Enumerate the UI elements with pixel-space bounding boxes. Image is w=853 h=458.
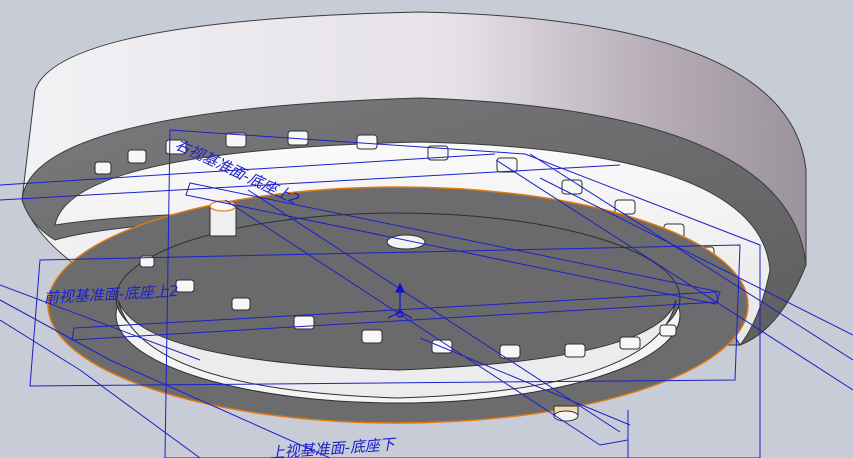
peg bbox=[659, 324, 677, 337]
top-plane-label: 上视基准面-底座下 bbox=[269, 435, 398, 458]
peg bbox=[127, 149, 147, 164]
peg bbox=[175, 279, 195, 293]
peg bbox=[496, 157, 518, 173]
bottom-flange[interactable] bbox=[47, 186, 749, 424]
peg bbox=[561, 179, 583, 195]
3d-model-viewport[interactable]: 右视基准面-底座上2 前视基准面-底座上2 上视基准面-底座下 bbox=[0, 0, 853, 458]
peg bbox=[231, 297, 251, 311]
peg bbox=[614, 199, 636, 215]
peg bbox=[619, 336, 641, 350]
peg bbox=[361, 329, 383, 344]
peg bbox=[356, 134, 378, 150]
locating-pin[interactable] bbox=[209, 200, 237, 237]
bottom-pin[interactable] bbox=[553, 405, 579, 422]
peg bbox=[564, 343, 586, 358]
peg bbox=[94, 161, 112, 175]
